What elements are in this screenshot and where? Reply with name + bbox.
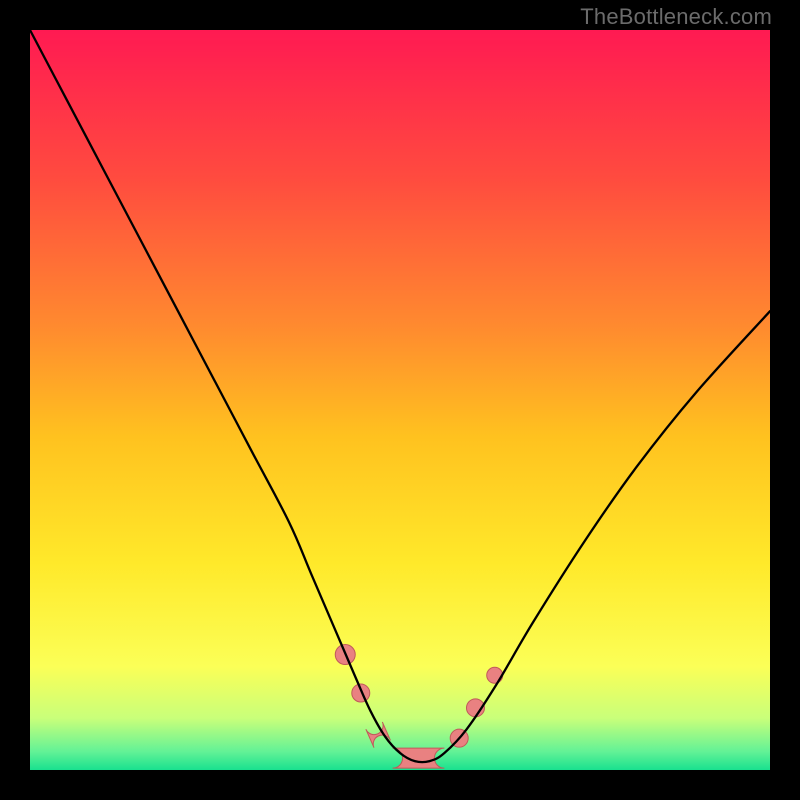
watermark-text: TheBottleneck.com	[580, 4, 772, 30]
chart-stage: TheBottleneck.com	[0, 0, 800, 800]
markers-layer	[335, 645, 502, 769]
marker-dot	[487, 667, 503, 683]
chart-plot	[0, 0, 800, 800]
bottleneck-curve	[30, 30, 770, 762]
